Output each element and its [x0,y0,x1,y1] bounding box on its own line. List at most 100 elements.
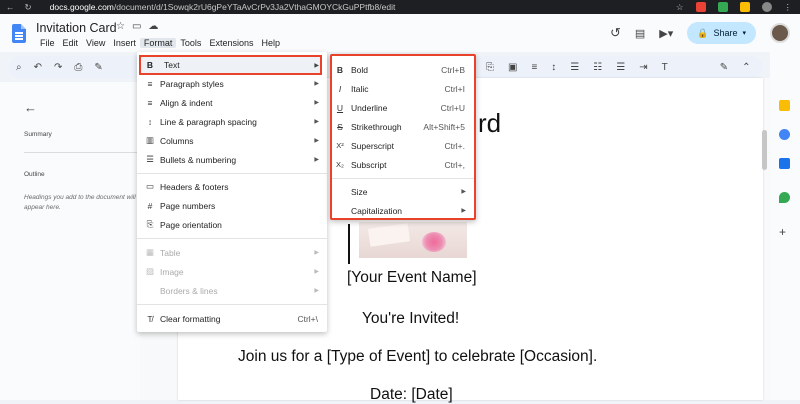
bold-icon: B [146,60,154,70]
move-folder-icon[interactable]: ▭ [132,21,141,32]
indent-icon[interactable]: ⇥ [639,62,647,73]
strikethrough-icon: S [337,121,343,132]
text-submenu-item-capitalization[interactable]: Capitalization ▶ [332,201,474,220]
text-submenu-item-size[interactable]: Size ▶ [332,182,474,201]
menu-tools[interactable]: Tools [176,38,205,48]
insert-image-icon[interactable]: ▣ [508,62,517,73]
star-icon[interactable]: ☆ [116,21,125,32]
menu-format[interactable]: Format [139,38,177,48]
format-menu-item-page-numbers[interactable]: # Page numbers [137,196,327,215]
format-menu-item-align-indent[interactable]: ≡ Align & indent ▶ [137,93,327,112]
share-button[interactable]: 🔒 Share ▾ [687,22,756,44]
text-submenu-item-bold[interactable]: B Bold Ctrl+B [332,60,474,79]
menu-item-label: Superscript [351,140,394,151]
underline-icon: U [336,102,344,113]
profile-icon[interactable] [761,2,772,12]
text-submenu-item-underline[interactable]: U Underline Ctrl+U [332,98,474,117]
event-name-text[interactable]: [Your Event Name] [347,269,477,287]
document-title[interactable]: Invitation Card [36,21,117,35]
document-heading[interactable]: rd [478,108,501,139]
comments-icon[interactable]: ▤ [635,27,645,40]
collapse-toolbar-icon[interactable]: ⌃ [742,62,750,73]
format-menu-item-clear-formatting[interactable]: T̸ Clear formatting Ctrl+\ [137,309,327,328]
meet-icon[interactable]: ▶▾ [659,27,673,40]
document-image[interactable] [359,222,467,258]
tasks-icon[interactable] [779,129,790,140]
bulleted-list-icon[interactable]: ☷ [593,62,602,73]
extension-icon[interactable] [717,2,728,12]
extension-icon[interactable] [695,2,706,12]
extension-icon[interactable] [739,2,750,12]
text-submenu-item-strikethrough[interactable]: S Strikethrough Alt+Shift+5 [332,117,474,136]
editing-mode-icon[interactable]: ✎ [720,62,728,73]
date-text[interactable]: Date: [Date] [370,386,453,404]
back-icon[interactable]: ← [6,2,15,13]
format-menu-item-paragraph-styles[interactable]: ≡ Paragraph styles ▶ [137,74,327,93]
submenu-arrow-icon: ▶ [461,189,466,195]
numbered-list-icon[interactable]: ☰ [616,62,625,73]
print-icon[interactable]: ⎙ [74,62,82,73]
browser-extensions: ☆ ⋮ [676,2,792,13]
menu-item-label: Borders & lines [160,285,218,296]
format-menu-item-image[interactable]: ▨ Image ▶ [137,262,327,281]
format-menu-item-text-overlay[interactable]: B Text ▶ [145,57,321,73]
header-actions: ↺ ▤ ▶▾ 🔒 Share ▾ [610,14,800,52]
page-numbers-icon: # [147,200,153,211]
maps-icon[interactable] [779,192,790,203]
menu-extensions[interactable]: Extensions [205,38,257,48]
more-icon[interactable]: ⋮ [784,2,793,13]
line-spacing-icon[interactable]: ↕ [551,62,556,73]
format-menu-item-line-spacing[interactable]: ↕ Line & paragraph spacing ▶ [137,112,327,131]
format-menu-item-page-orientation[interactable]: ⎘ Page orientation [137,215,327,234]
subscript-icon: X₂ [336,160,344,169]
page-orientation-icon: ⎘ [146,219,154,229]
invited-text[interactable]: You're Invited! [362,310,459,328]
add-on-plus-icon[interactable]: + [779,226,790,238]
text-submenu-item-subscript[interactable]: X₂ Subscript Ctrl+, [332,155,474,174]
columns-icon: ▥ [145,135,155,145]
menu-item-label: Table [160,247,181,258]
history-icon[interactable]: ↺ [610,25,621,41]
join-text[interactable]: Join us for a [Type of Event] to celebra… [238,348,597,366]
clear-format-icon[interactable]: T [662,62,668,73]
url-field[interactable]: docs.google.com/document/d/1Sowqk2rU6gPe… [50,2,396,12]
submenu-arrow-icon: ▶ [314,288,319,294]
menu-item-label: Align & indent [160,97,213,108]
menu-view[interactable]: View [82,38,109,48]
align-icon[interactable]: ≡ [531,62,537,73]
vertical-scrollbar[interactable] [762,130,767,170]
format-menu-item-headers-footers[interactable]: ▭ Headers & footers [137,177,327,196]
menu-edit[interactable]: Edit [59,38,83,48]
menu-insert[interactable]: Insert [109,38,140,48]
keep-icon[interactable] [779,100,790,111]
table-icon: ▦ [145,247,155,257]
menu-file[interactable]: File [36,38,59,48]
format-menu-item-columns[interactable]: ▥ Columns ▶ [137,131,327,150]
image-card [367,223,411,247]
menu-help[interactable]: Help [257,38,284,48]
text-submenu-item-superscript[interactable]: X² Superscript Ctrl+. [332,136,474,155]
redo-icon[interactable]: ↷ [54,62,62,73]
undo-icon[interactable]: ↶ [34,62,42,73]
avatar[interactable] [770,23,790,43]
clear-formatting-icon: T̸ [147,313,153,324]
contacts-icon[interactable] [779,158,790,169]
docs-logo-icon[interactable] [12,24,26,43]
browser-nav: ← ↻ [6,2,32,13]
search-menus-icon[interactable]: ⌕ [16,62,22,73]
paint-format-icon[interactable]: ✎ [94,62,102,73]
back-arrow-icon[interactable]: ← [24,100,37,115]
menu-divider [137,238,327,239]
star-icon[interactable]: ☆ [676,2,684,13]
text-submenu-item-italic[interactable]: I Italic Ctrl+I [332,79,474,98]
format-menu-item-bullets[interactable]: ☰ Bullets & numbering ▶ [137,150,327,169]
checklist-icon[interactable]: ☰ [570,62,579,73]
menu-item-shortcut: Ctrl+I [444,83,465,94]
format-menu-item-table[interactable]: ▦ Table ▶ [137,243,327,262]
cloud-status-icon[interactable]: ☁ [148,21,158,32]
menu-item-label: Headers & footers [160,181,229,192]
submenu-arrow-icon: ▶ [314,119,319,125]
format-menu-item-borders-lines[interactable]: Borders & lines ▶ [137,281,327,300]
reload-icon[interactable]: ↻ [25,2,32,13]
link-icon[interactable]: ⎘ [486,62,494,73]
